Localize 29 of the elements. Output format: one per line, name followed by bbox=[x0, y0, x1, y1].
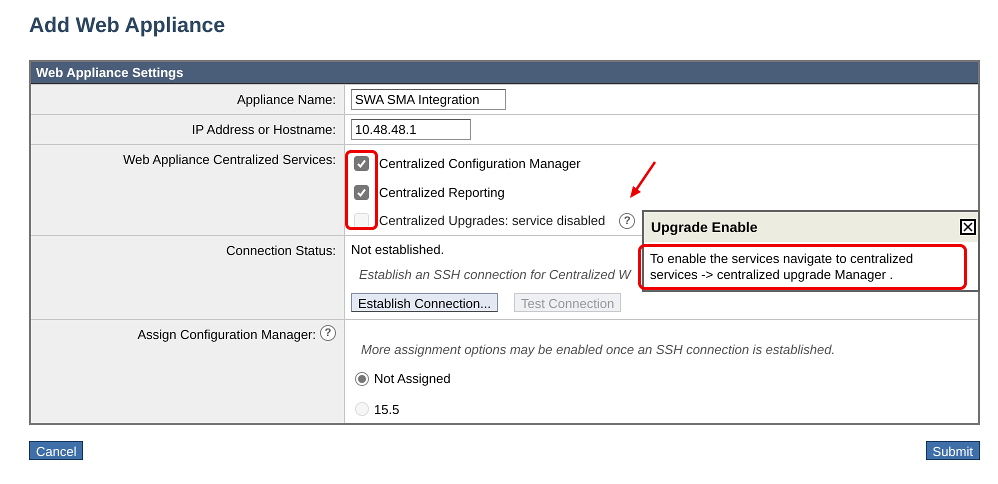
checkbox-label: Centralized Reporting bbox=[379, 184, 505, 202]
radio-label: 15.5 bbox=[374, 400, 400, 418]
field-label: Assign Configuration Manager: bbox=[138, 326, 316, 344]
field-label: Connection Status: bbox=[226, 242, 336, 260]
close-icon bbox=[963, 222, 973, 232]
hint-text: Establish an SSH connection for Centralized W bbox=[359, 266, 631, 284]
radio-label: Not Assigned bbox=[374, 370, 451, 388]
submit-button[interactable]: Submit bbox=[926, 441, 980, 460]
panel-title: Web Appliance Settings bbox=[36, 64, 184, 82]
arrow-icon bbox=[628, 160, 658, 200]
checkbox[interactable] bbox=[354, 156, 369, 172]
tooltip-title: Upgrade Enable bbox=[651, 218, 758, 237]
field-label: IP Address or Hostname: bbox=[192, 121, 336, 139]
status-text: Not established. bbox=[351, 240, 444, 258]
establish-button[interactable]: Establish Connection... bbox=[351, 292, 498, 312]
cancel-button[interactable]: Cancel bbox=[29, 441, 84, 460]
field-label: Web Appliance Centralized Services: bbox=[123, 151, 336, 169]
checkbox[interactable] bbox=[354, 184, 369, 200]
checkbox-label: Centralized Upgrades: service disabled bbox=[379, 212, 606, 230]
hint-text: More assignment options may be enabled once an SSH connection is established. bbox=[361, 340, 836, 359]
checkbox-label: Centralized Configuration Manager bbox=[379, 155, 581, 173]
address-field[interactable]: 10.48.48.1 bbox=[351, 119, 471, 140]
close-button[interactable] bbox=[960, 219, 976, 235]
field-label: Appliance Name: bbox=[237, 91, 336, 109]
help-button[interactable]: ? bbox=[320, 324, 336, 340]
name-field[interactable]: SWA SMA Integration bbox=[351, 89, 506, 110]
tooltip-text: To enable the services navigate to centralized services -> centralized upgrade Manager . bbox=[650, 251, 914, 283]
page-title: Add Web Appliance bbox=[29, 13, 226, 39]
radio-button[interactable] bbox=[355, 372, 369, 386]
